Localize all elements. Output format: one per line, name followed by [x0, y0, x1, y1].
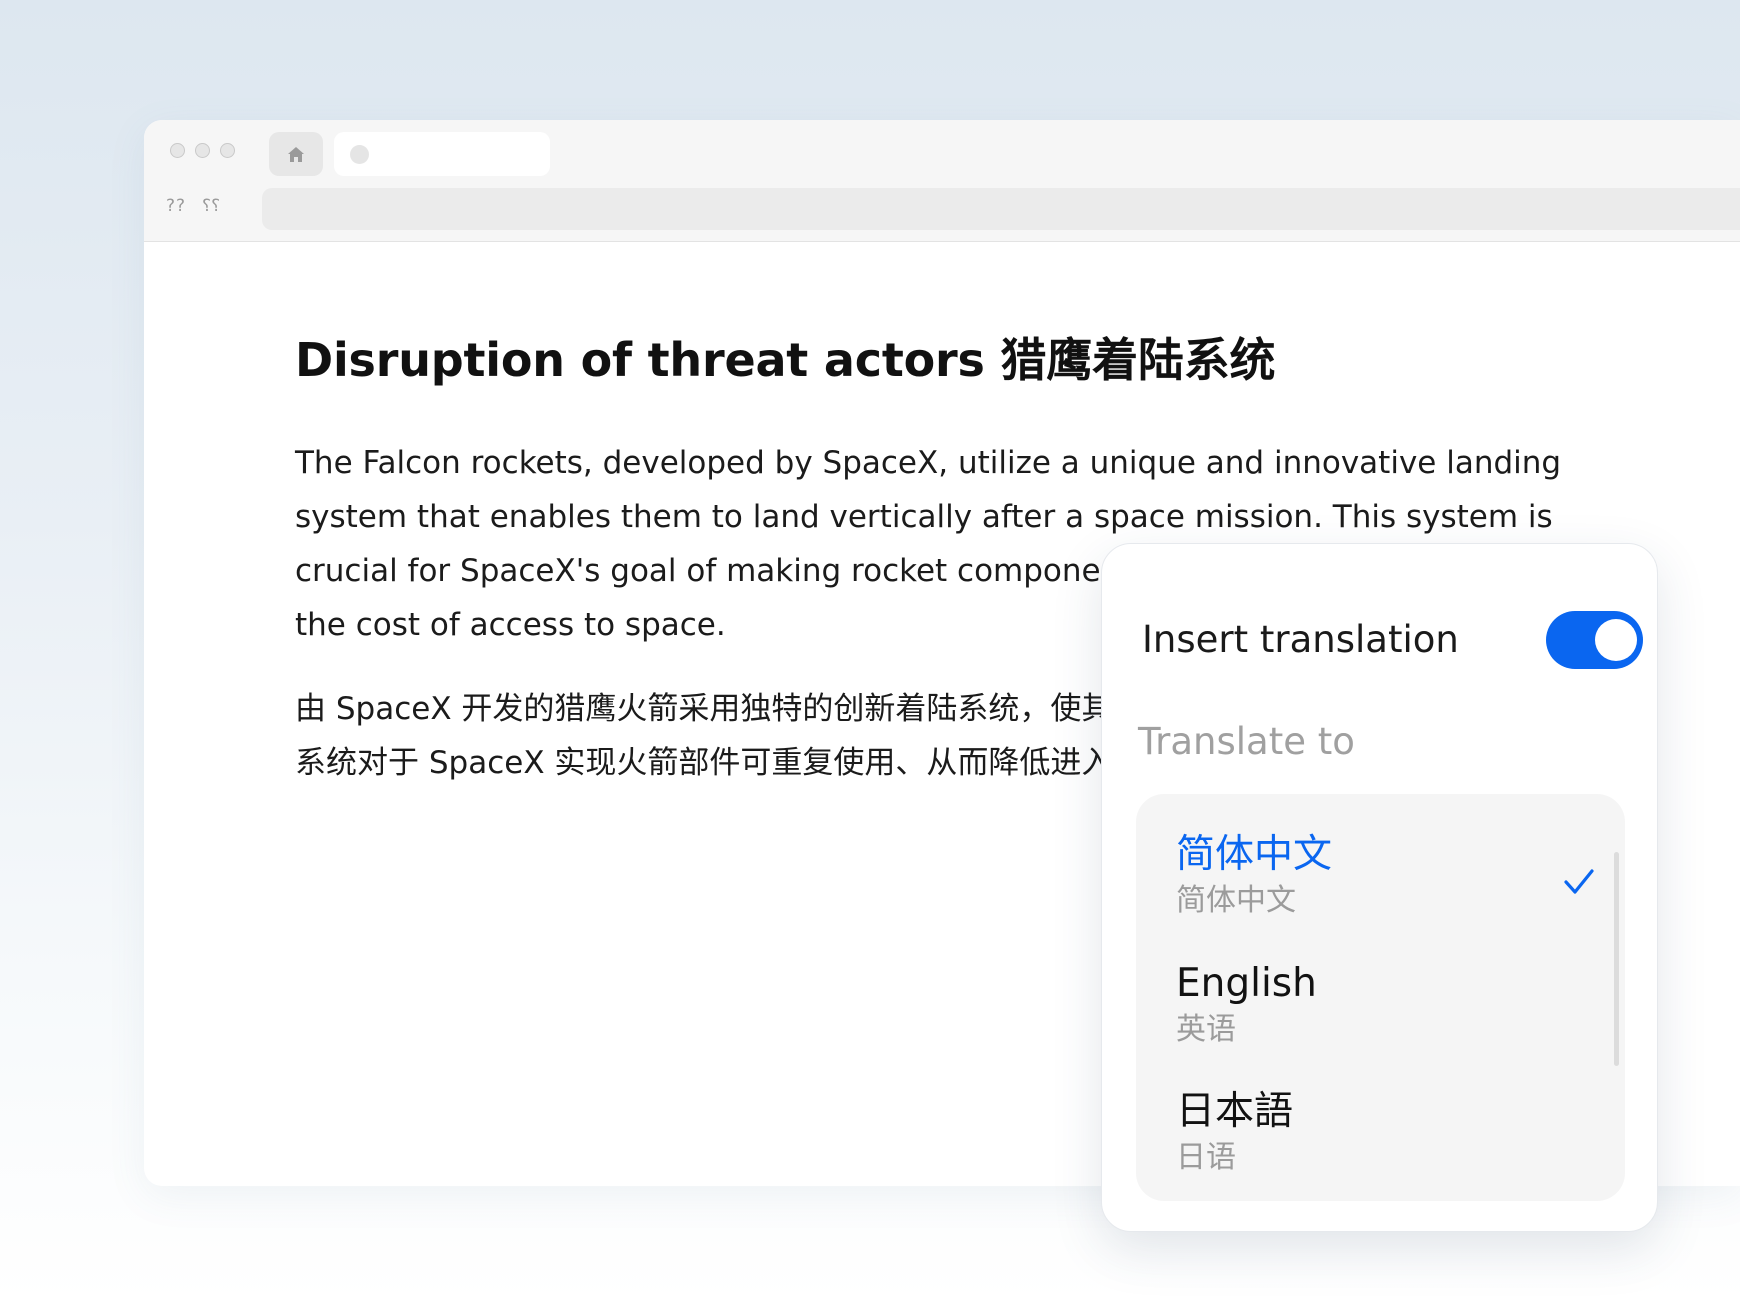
toggle-knob — [1595, 619, 1637, 661]
tab-favicon-icon — [350, 145, 369, 164]
article-title: Disruption of threat actors 猎鹰着陆系统 — [295, 333, 1276, 387]
language-name: English — [1176, 961, 1317, 1006]
maximize-window-button[interactable] — [220, 143, 235, 158]
address-bar[interactable] — [262, 188, 1740, 230]
home-icon — [288, 146, 304, 162]
browser-toolbar: ?? ؟؟ — [144, 120, 1740, 242]
translation-popup: Insert translation Translate to 简体中文 简体中… — [1101, 543, 1658, 1232]
checkmark-icon — [1564, 869, 1594, 894]
language-option-simplified-chinese[interactable]: 简体中文 简体中文 — [1176, 830, 1596, 950]
language-list[interactable]: 简体中文 简体中文 English 英语 日本語 日语 — [1136, 794, 1625, 1201]
close-window-button[interactable] — [170, 143, 185, 158]
browser-tab[interactable] — [334, 132, 550, 176]
language-name: 简体中文 — [1176, 832, 1333, 877]
translate-to-label: Translate to — [1138, 720, 1355, 763]
nav-buttons: ?? ؟؟ — [166, 196, 220, 216]
minimize-window-button[interactable] — [195, 143, 210, 158]
language-native-name: 英语 — [1176, 1012, 1236, 1047]
language-list-scrollbar[interactable] — [1614, 852, 1619, 1066]
insert-translation-toggle[interactable] — [1546, 611, 1643, 669]
language-option-japanese[interactable]: 日本語 日语 — [1176, 1087, 1596, 1201]
home-button[interactable] — [269, 132, 323, 176]
window-controls — [170, 143, 235, 158]
insert-translation-label: Insert translation — [1142, 618, 1459, 661]
back-button[interactable]: ?? — [166, 196, 186, 216]
language-native-name: 简体中文 — [1176, 883, 1296, 918]
insert-translation-row: Insert translation — [1142, 610, 1643, 670]
forward-button[interactable]: ؟؟ — [202, 196, 220, 216]
language-name: 日本語 — [1176, 1089, 1294, 1134]
language-option-english[interactable]: English 英语 — [1176, 959, 1596, 1079]
language-native-name: 日语 — [1176, 1140, 1236, 1175]
